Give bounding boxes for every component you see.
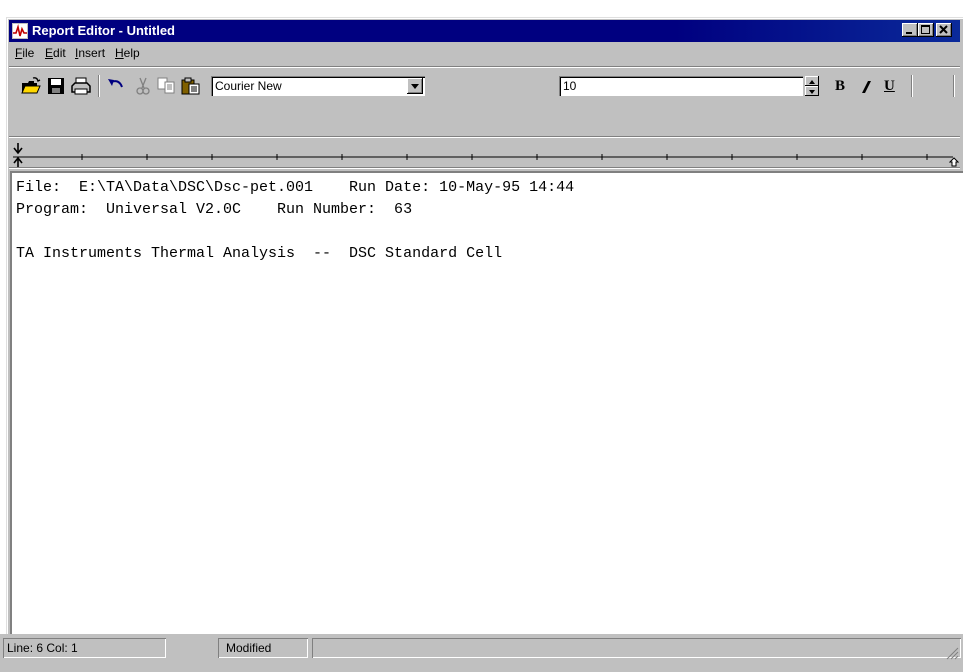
menu-separator xyxy=(9,66,960,68)
right-indent-marker[interactable] xyxy=(949,157,959,167)
ruler xyxy=(9,141,960,167)
minimize-button[interactable] xyxy=(902,23,918,37)
maximize-icon xyxy=(921,25,930,34)
spin-down-button[interactable] xyxy=(805,86,819,96)
menu-bar: File Edit Insert Help xyxy=(9,43,960,63)
status-modified: Modified xyxy=(226,641,272,655)
menu-edit[interactable]: Edit xyxy=(45,46,66,60)
font-name-value: Courier New xyxy=(215,79,282,93)
spin-down-icon xyxy=(809,90,815,94)
font-size-spinner[interactable] xyxy=(805,76,819,96)
close-icon xyxy=(939,25,948,34)
document-editor[interactable]: File: E:\TA\Data\DSC\Dsc-pet.001 Run Dat… xyxy=(10,171,963,634)
save-icon[interactable] xyxy=(47,77,67,95)
minimize-icon xyxy=(906,32,912,34)
doc-line: Program: Universal V2.0C Run Number: 63 xyxy=(16,201,413,218)
copy-icon[interactable] xyxy=(157,77,177,95)
toolbar-separator xyxy=(953,75,955,97)
paste-icon[interactable] xyxy=(181,77,201,95)
menu-insert[interactable]: Insert xyxy=(75,46,105,60)
doc-line: TA Instruments Thermal Analysis -- DSC S… xyxy=(16,245,503,262)
print-icon[interactable] xyxy=(71,77,91,95)
toolbar: Courier New 10 B U xyxy=(9,69,960,101)
open-icon[interactable] xyxy=(21,77,41,95)
doc-line: File: E:\TA\Data\DSC\Dsc-pet.001 Run Dat… xyxy=(16,179,575,196)
first-line-indent-marker[interactable] xyxy=(13,143,23,155)
italic-button[interactable] xyxy=(859,80,875,94)
underline-button[interactable]: U xyxy=(884,78,895,95)
maximize-button[interactable] xyxy=(918,23,934,37)
menu-file[interactable]: File xyxy=(15,46,34,60)
font-size-field[interactable]: 10 xyxy=(559,76,803,96)
title-bar[interactable]: Report Editor - Untitled xyxy=(9,20,960,42)
font-name-dropdown-button[interactable] xyxy=(407,78,423,94)
size-grip-icon[interactable] xyxy=(945,646,959,660)
left-indent-marker[interactable] xyxy=(13,157,23,167)
ruler-bottom-separator xyxy=(9,167,960,169)
menu-help[interactable]: Help xyxy=(115,46,140,60)
toolbar-separator xyxy=(911,75,913,97)
status-position: Line: 6 Col: 1 xyxy=(7,641,78,655)
close-button[interactable] xyxy=(936,23,952,37)
ruler-scale xyxy=(13,154,953,160)
spin-up-button[interactable] xyxy=(805,76,819,86)
undo-icon[interactable] xyxy=(107,77,127,95)
cut-icon[interactable] xyxy=(133,77,153,95)
status-position-panel: Line: 6 Col: 1 xyxy=(3,638,166,658)
font-name-combo[interactable]: Courier New xyxy=(211,76,425,96)
toolbar-separator xyxy=(98,75,100,97)
bold-button[interactable]: B xyxy=(835,78,845,95)
window-title: Report Editor - Untitled xyxy=(32,23,175,38)
status-bar: Line: 6 Col: 1 Modified xyxy=(0,634,963,672)
status-message-panel xyxy=(312,638,961,658)
document-text[interactable]: File: E:\TA\Data\DSC\Dsc-pet.001 Run Dat… xyxy=(16,177,574,265)
toolbar-bottom-separator xyxy=(9,136,960,138)
font-size-value: 10 xyxy=(563,79,577,93)
status-state-panel: Modified xyxy=(218,638,308,658)
chevron-down-icon xyxy=(411,84,419,89)
app-icon xyxy=(12,23,28,39)
